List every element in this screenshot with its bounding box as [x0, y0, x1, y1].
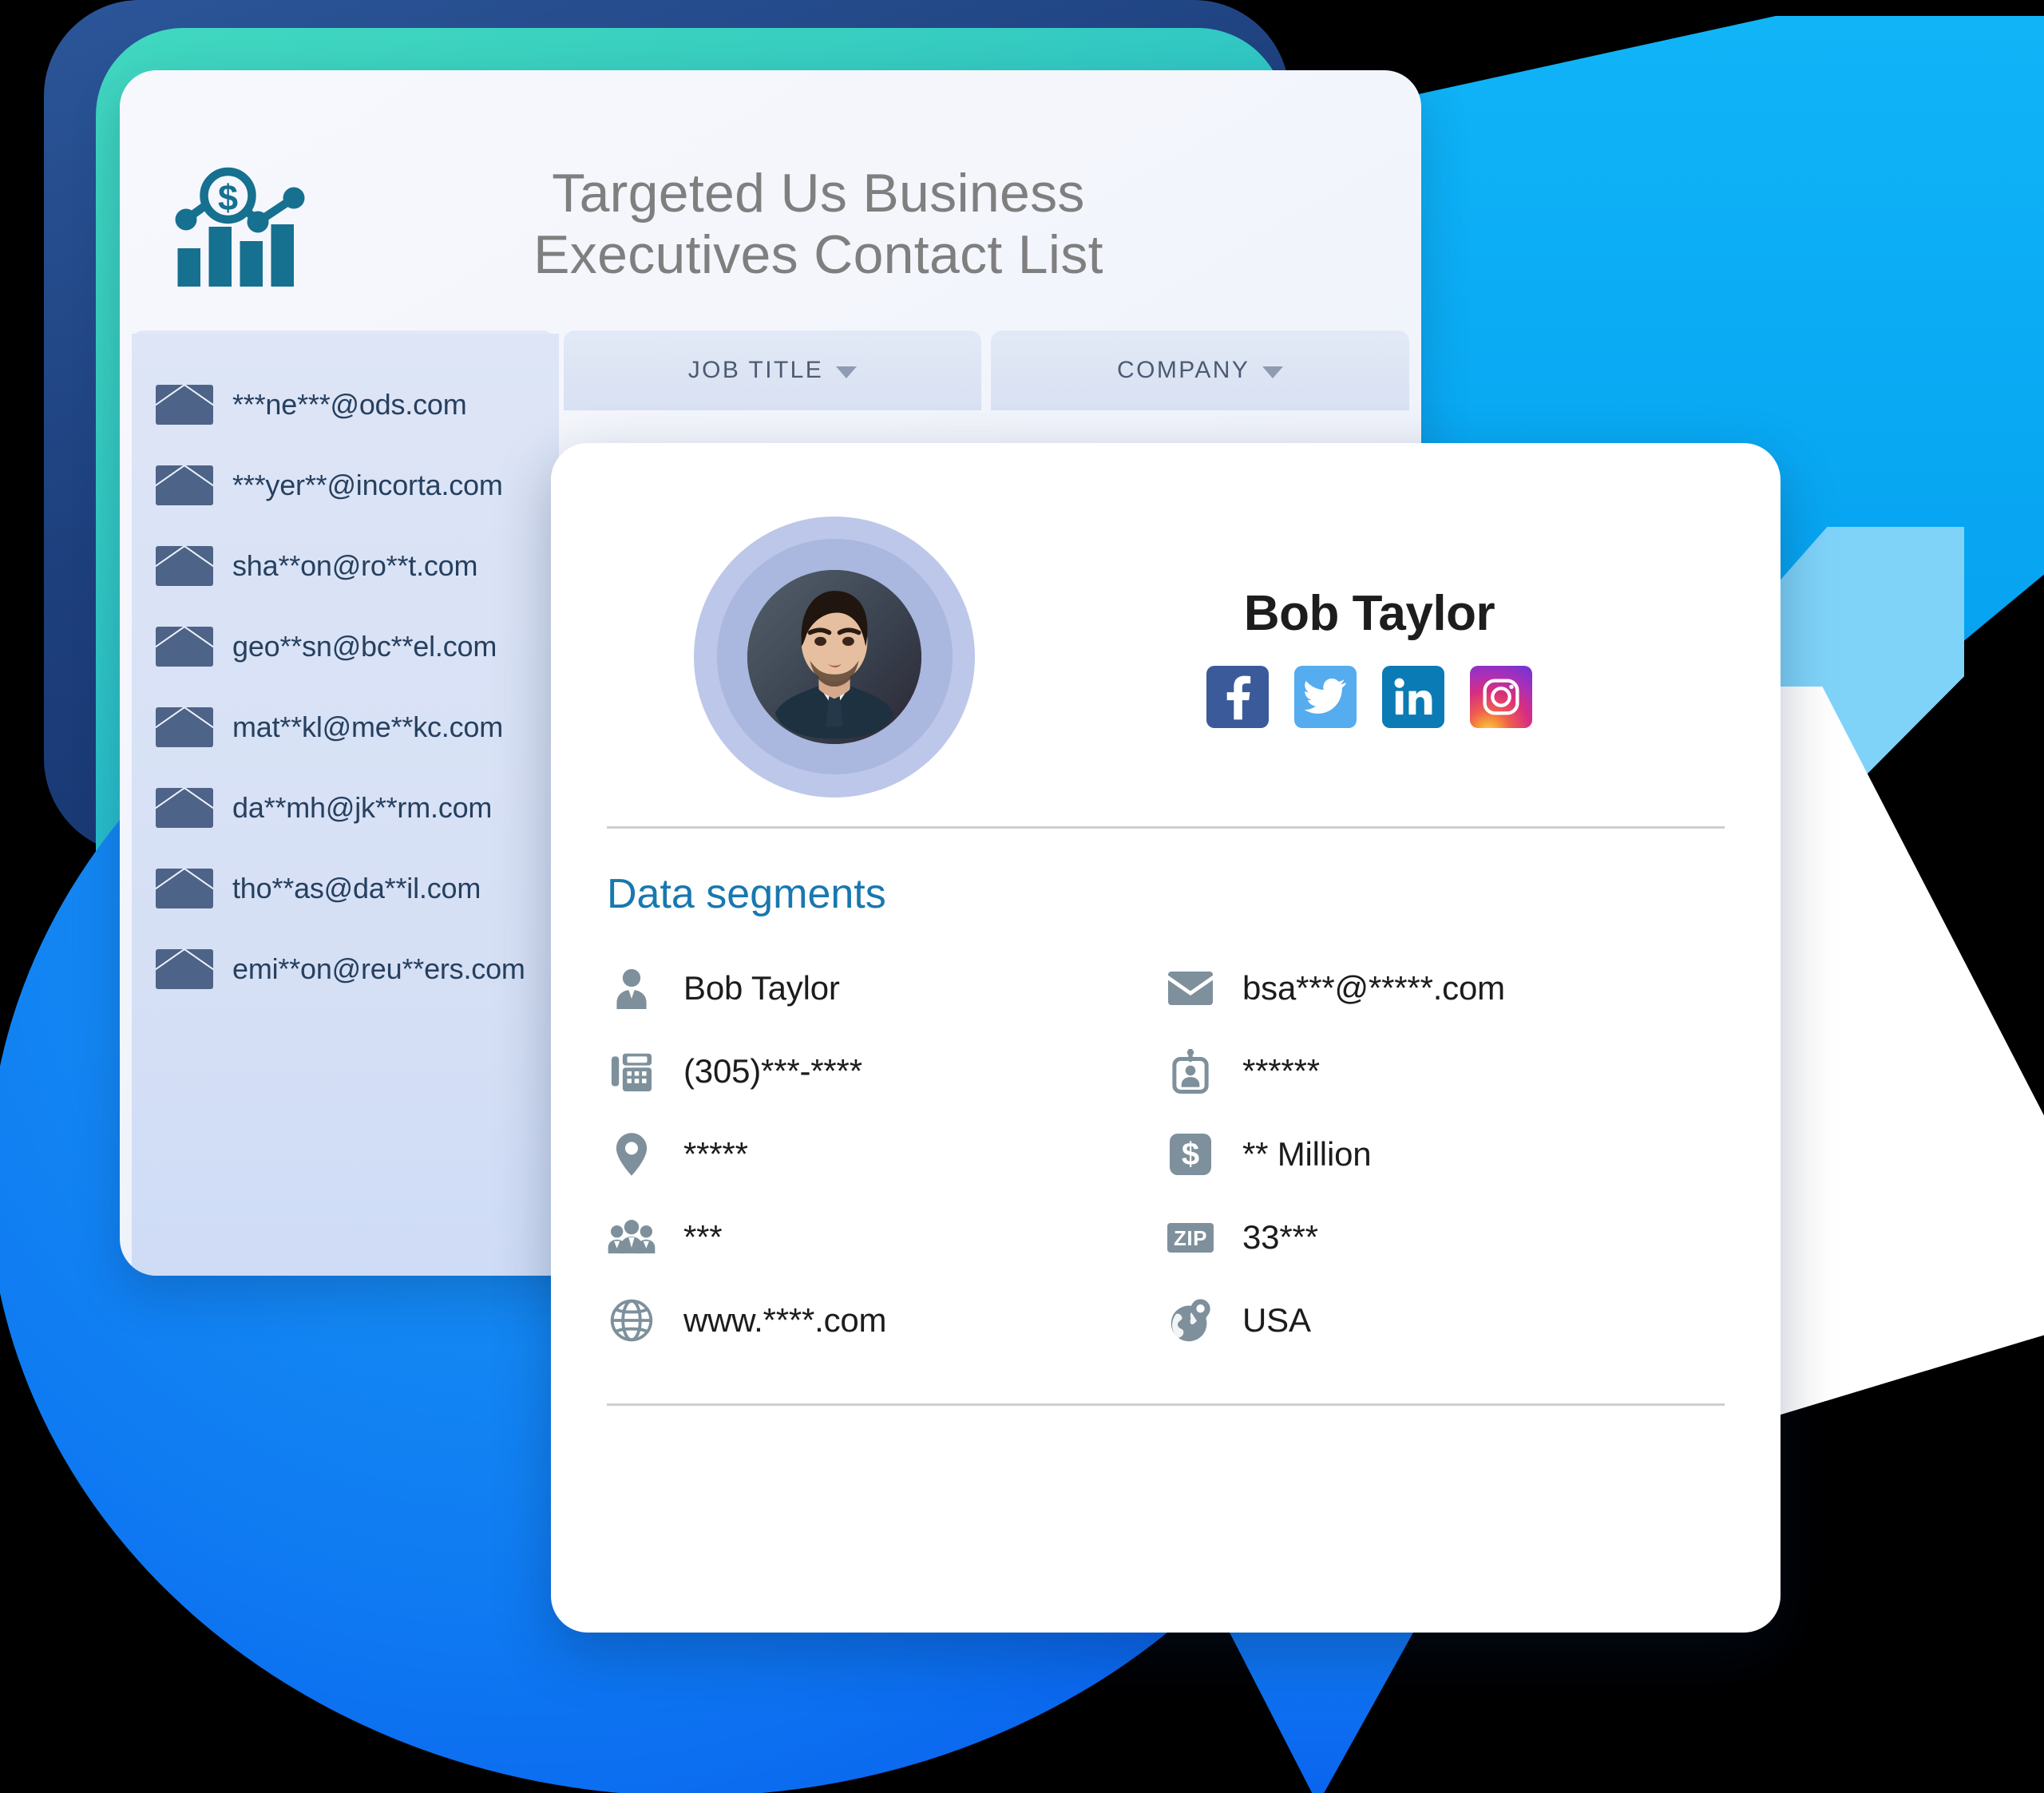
people-group-icon	[607, 1220, 656, 1255]
map-pin-icon	[607, 1133, 656, 1176]
email-address: da**mh@jk**rm.com	[232, 790, 493, 824]
segment-value: ***	[683, 1218, 723, 1256]
segment-row-phone: (305)***-****	[607, 1030, 1166, 1113]
envelope-icon	[156, 787, 213, 828]
segment-row-revenue: $ ** Million	[1166, 1113, 1725, 1196]
page-title-line-2: Executives Contact List	[533, 224, 1103, 285]
chevron-down-icon	[1262, 366, 1284, 378]
email-list: ***ne***@ods.com ***yer**@incorta.com sh…	[132, 334, 559, 1276]
avatar-inner-ring	[716, 539, 953, 774]
segment-value: USA	[1242, 1301, 1311, 1339]
globe-icon	[607, 1299, 656, 1342]
instagram-icon[interactable]	[1470, 666, 1532, 728]
segment-value: www.****.com	[683, 1301, 887, 1339]
segment-row-zip: ZIP 33***	[1166, 1196, 1725, 1279]
avatar	[607, 457, 1062, 857]
contact-identity: Bob Taylor	[1062, 585, 1725, 728]
segment-row-location: *****	[607, 1113, 1166, 1196]
linkedin-icon[interactable]	[1382, 666, 1444, 728]
segment-value: 33***	[1242, 1218, 1318, 1256]
contact-detail-card: Bob Taylor Data segments Bob Taylor (305…	[551, 443, 1781, 1633]
svg-text:$: $	[217, 177, 237, 218]
email-address: sha**on@ro**t.com	[232, 548, 478, 582]
segment-row-website: www.****.com	[607, 1279, 1166, 1362]
list-item[interactable]: tho**as@da**il.com	[132, 848, 559, 928]
contact-card-header: Bob Taylor	[551, 443, 1781, 826]
tab-job-title[interactable]: JOB TITLE	[563, 330, 982, 410]
list-item[interactable]: sha**on@ro**t.com	[132, 525, 559, 606]
email-address: tho**as@da**il.com	[232, 871, 481, 904]
page-title-line-1: Targeted Us Business	[552, 162, 1085, 224]
facebook-icon[interactable]	[1206, 666, 1269, 728]
segment-value: *****	[683, 1135, 748, 1173]
zip-chip-label: ZIP	[1167, 1222, 1214, 1253]
segment-value: ******	[1242, 1052, 1320, 1090]
segment-value: Bob Taylor	[683, 969, 840, 1007]
person-icon	[607, 968, 656, 1009]
envelope-icon	[156, 626, 213, 667]
list-item[interactable]: emi**on@reu**ers.com	[132, 928, 559, 1009]
envelope-icon	[1166, 972, 1215, 1005]
envelope-icon	[156, 707, 213, 747]
globe-pin-icon	[1166, 1299, 1215, 1342]
profile-photo	[747, 569, 921, 744]
card-divider-bottom	[607, 1403, 1725, 1406]
list-item[interactable]: ***yer**@incorta.com	[132, 445, 559, 525]
list-item[interactable]: da**mh@jk**rm.com	[132, 767, 559, 848]
tab-job-title-label: JOB TITLE	[687, 357, 824, 383]
email-address: ***yer**@incorta.com	[232, 468, 503, 501]
contact-name: Bob Taylor	[1243, 586, 1495, 641]
segment-row-email: bsa***@*****.com	[1166, 947, 1725, 1030]
segment-row-name: Bob Taylor	[607, 947, 1166, 1030]
data-segments-grid: Bob Taylor (305)***-**** ***** *** www.*…	[551, 947, 1781, 1362]
social-links	[1062, 666, 1677, 728]
envelope-icon	[156, 545, 213, 586]
dollar-chip: $	[1170, 1134, 1211, 1175]
email-address: ***ne***@ods.com	[232, 387, 467, 421]
envelope-icon	[156, 465, 213, 505]
background-blue-triangle	[1230, 1633, 1413, 1793]
email-address: mat**kl@me**kc.com	[232, 710, 504, 743]
segment-row-title: ******	[1166, 1030, 1725, 1113]
list-item[interactable]: geo**sn@bc**el.com	[132, 606, 559, 687]
list-item[interactable]: mat**kl@me**kc.com	[132, 687, 559, 767]
chevron-down-icon	[836, 366, 858, 378]
envelope-icon	[156, 948, 213, 989]
bar-chart-dollar-icon: $	[174, 167, 306, 291]
panel-header: $ Targeted Us Business Executives Contac…	[120, 70, 1421, 334]
tab-company-label: COMPANY	[1117, 357, 1250, 383]
fax-phone-icon	[607, 1051, 656, 1092]
id-badge-icon	[1166, 1049, 1215, 1094]
segment-value: bsa***@*****.com	[1242, 969, 1505, 1007]
screenshot-stage: $ Targeted Us Business Executives Contac…	[0, 0, 2044, 1793]
twitter-icon[interactable]	[1294, 666, 1357, 728]
segment-row-employees: ***	[607, 1196, 1166, 1279]
tab-company[interactable]: COMPANY	[991, 330, 1409, 410]
segment-value: (305)***-****	[683, 1052, 862, 1090]
zip-icon: ZIP	[1166, 1222, 1215, 1253]
dollar-icon: $	[1166, 1134, 1215, 1175]
avatar-outer-ring	[694, 516, 975, 798]
segments-right-column: bsa***@*****.com ****** $ ** Million ZIP…	[1166, 947, 1725, 1362]
logo-wrap: $	[120, 157, 359, 291]
segment-value: ** Million	[1242, 1135, 1372, 1173]
email-address: geo**sn@bc**el.com	[232, 629, 497, 663]
segment-row-country: USA	[1166, 1279, 1725, 1362]
page-title: Targeted Us Business Executives Contact …	[359, 163, 1421, 286]
envelope-icon	[156, 868, 213, 908]
envelope-icon	[156, 384, 213, 425]
email-address: emi**on@reu**ers.com	[232, 952, 525, 985]
segments-left-column: Bob Taylor (305)***-**** ***** *** www.*…	[607, 947, 1166, 1362]
list-item[interactable]: ***ne***@ods.com	[132, 364, 559, 445]
